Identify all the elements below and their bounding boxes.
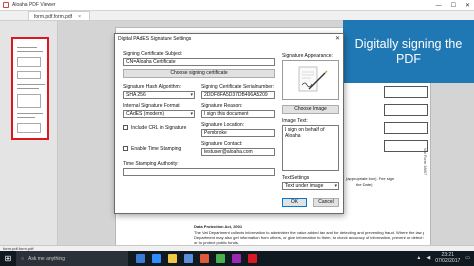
- tab-document[interactable]: form.pdf.form.pdf ×: [28, 11, 90, 20]
- minimize-icon[interactable]: —: [436, 3, 442, 9]
- app-pinned-icon[interactable]: [232, 254, 241, 263]
- signature-appearance-label: Signature Appearance:: [282, 53, 333, 59]
- app-titlebar: Aloaha PDF Viewer — ☐ ✕: [0, 0, 474, 11]
- internal-format-label: Internal Signature Format: [123, 103, 180, 109]
- thumb-box: [17, 57, 41, 67]
- system-tray: ▲ ◀ 23:21 07/02/2017 ▭: [416, 252, 470, 264]
- thumb-line: [17, 117, 35, 118]
- windows-start-icon[interactable]: ⊞: [0, 251, 16, 266]
- dialog-close-icon[interactable]: ✕: [335, 34, 340, 45]
- thumb-box: [17, 94, 41, 108]
- signature-location-field[interactable]: Pembroke: [201, 129, 275, 137]
- search-icon: ○: [21, 255, 25, 262]
- signature-preview-image: [282, 60, 339, 100]
- page-thumbnail[interactable]: [11, 37, 49, 140]
- text-settings-label: TextSettings: [282, 175, 310, 181]
- image-text-label: Image Text:: [282, 118, 308, 124]
- hash-algorithm-select[interactable]: SHA 256 ▾: [123, 91, 195, 99]
- side-text: the Date): [356, 182, 373, 187]
- side-text: (appropriate box). Fee sign: [346, 176, 395, 181]
- app-logo-icon: [3, 2, 9, 8]
- choose-certificate-button[interactable]: Choose signing certificate: [123, 69, 275, 78]
- tab-label: form.pdf.form.pdf: [34, 13, 73, 20]
- form-cell: [384, 140, 428, 152]
- dialog-title: Digital PAdES Signature Settings: [115, 34, 343, 45]
- thumb-line: [17, 47, 37, 48]
- signature-preview-icon: [298, 66, 328, 92]
- network-icon[interactable]: ▲: [416, 255, 421, 261]
- hash-algorithm-label: Signature Hash Algorithm:: [123, 84, 182, 90]
- tab-close-icon[interactable]: ×: [78, 14, 81, 20]
- form-reference: Vat Form 38/07: [423, 148, 428, 176]
- thumb-line: [17, 84, 45, 85]
- volume-icon[interactable]: ◀: [426, 255, 430, 261]
- app-pinned-icon[interactable]: [216, 254, 225, 263]
- taskbar-pinned: [136, 254, 257, 263]
- choose-image-button[interactable]: Choose Image: [282, 105, 339, 114]
- app-title: Aloaha PDF Viewer: [12, 2, 56, 8]
- taskbar-search[interactable]: ○ Ask me anything: [16, 251, 128, 266]
- signature-reason-field[interactable]: I sign this document: [201, 110, 275, 118]
- search-placeholder: Ask me anything: [28, 255, 65, 262]
- form-cell: [384, 104, 428, 116]
- signature-contact-label: Signature Contact:: [201, 141, 243, 147]
- taskbar: ⊞ ○ Ask me anything ▲ ◀ 23:21 07/02/2017…: [0, 251, 474, 266]
- form-cell: [384, 122, 428, 134]
- thumb-line: [17, 113, 43, 114]
- signature-contact-field[interactable]: testuser@aloaha.com: [201, 148, 275, 156]
- close-icon[interactable]: ✕: [465, 2, 470, 9]
- signature-location-label: Signature Location:: [201, 122, 245, 128]
- cancel-button[interactable]: Cancel: [313, 198, 339, 207]
- enable-timestamp-label: Enable Time Stamping: [131, 146, 182, 152]
- hash-algorithm-value: SHA 256: [126, 92, 146, 98]
- thumb-box: [17, 123, 41, 133]
- signature-reason-label: Signature Reason:: [201, 103, 243, 109]
- internal-format-select[interactable]: CAdES (modern) ▾: [123, 110, 195, 118]
- notifications-icon[interactable]: ▭: [465, 255, 470, 261]
- thumb-line: [17, 51, 43, 52]
- clock[interactable]: 23:21 07/02/2017: [435, 252, 460, 264]
- serial-number-label: Signing Certificate Serialnumber:: [201, 84, 275, 90]
- thumb-box: [17, 71, 41, 79]
- chevron-down-icon: ▾: [190, 111, 193, 117]
- form-cell: [384, 86, 428, 98]
- include-crl-checkbox[interactable]: [123, 125, 128, 130]
- maximize-icon[interactable]: ☐: [451, 2, 456, 9]
- include-crl-label: Include CRL in Signature: [131, 125, 187, 131]
- enable-timestamp-checkbox[interactable]: [123, 146, 128, 151]
- serial-number-field[interactable]: 2DDF8FA5D37DB496A5209: [201, 91, 275, 99]
- file-explorer-icon[interactable]: [168, 254, 177, 263]
- thumb-line: [17, 88, 39, 89]
- signature-settings-dialog: Digital PAdES Signature Settings ✕ Signi…: [114, 33, 344, 214]
- task-view-icon[interactable]: [136, 254, 145, 263]
- app-pinned-icon[interactable]: [200, 254, 209, 263]
- chevron-down-icon: ▾: [334, 183, 337, 189]
- text-settings-value: Text under image: [285, 183, 324, 189]
- internal-format-value: CAdES (modern): [126, 111, 165, 117]
- clock-date: 07/02/2017: [435, 258, 461, 264]
- chevron-down-icon: ▾: [190, 92, 193, 98]
- signing-cert-field[interactable]: CN=Aloaha Certificate: [123, 58, 275, 66]
- overlay-banner: Digitally signing the PDF: [343, 20, 474, 83]
- window-controls: — ☐ ✕: [436, 0, 470, 11]
- edge-browser-icon[interactable]: [152, 254, 161, 263]
- ok-button[interactable]: OK: [282, 198, 307, 207]
- store-icon[interactable]: [184, 254, 193, 263]
- tsa-label: Time Stamping Authority:: [123, 161, 179, 167]
- text-settings-select[interactable]: Text under image ▾: [282, 182, 339, 190]
- aloaha-taskbar-icon[interactable]: [248, 254, 257, 263]
- image-text-area[interactable]: I sign on behalf of Aloaha: [282, 125, 339, 171]
- doc-heading: Data Protection Act, 2001: [194, 224, 243, 229]
- signing-cert-label: Signing Certificate Subject: [123, 51, 182, 57]
- thumbnail-panel: [0, 21, 58, 251]
- tsa-field[interactable]: [123, 168, 275, 176]
